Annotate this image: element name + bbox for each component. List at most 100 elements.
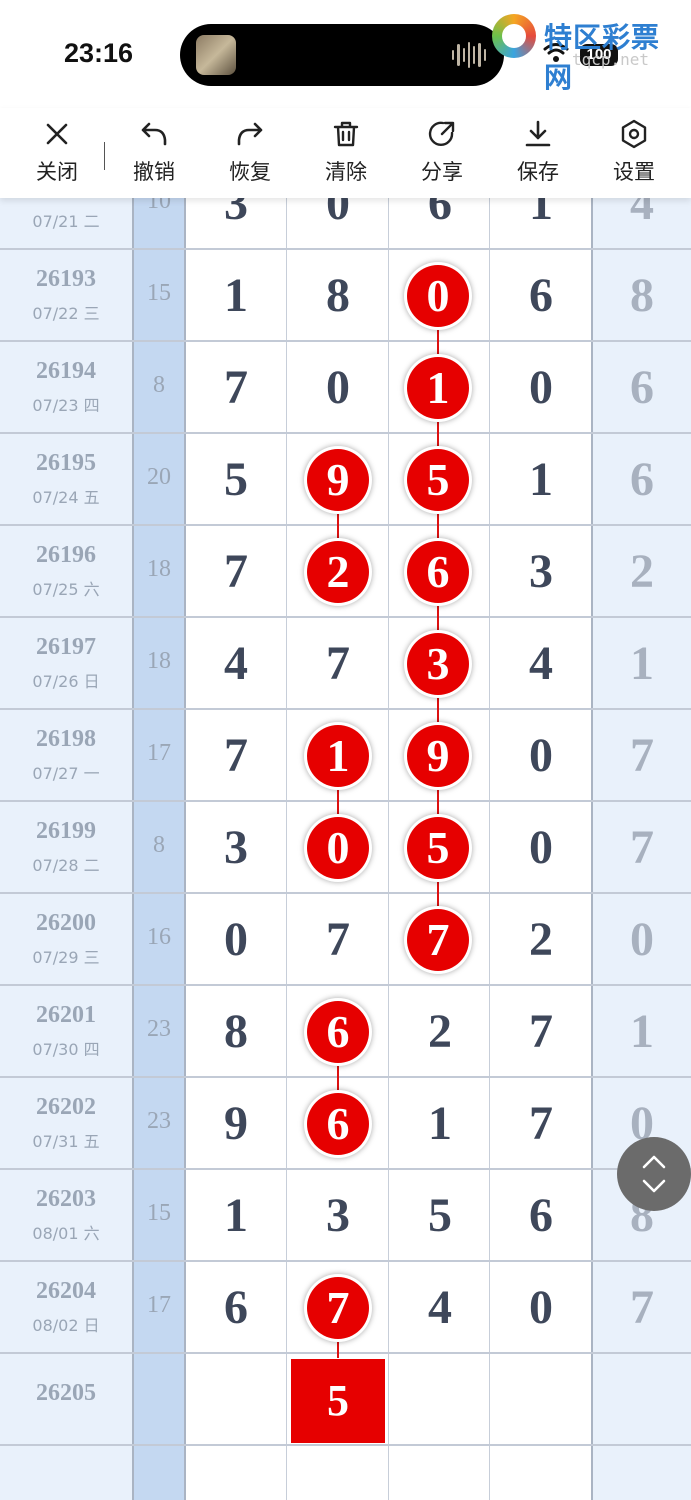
site-logo: 特区彩票网 tqcp.net <box>492 12 688 94</box>
marked-digit-ball[interactable]: 5 <box>407 817 469 879</box>
digit-sum: 8 <box>153 372 165 398</box>
row-divider <box>0 1352 691 1354</box>
clock: 23:16 <box>64 38 134 68</box>
scroll-up-down-icon <box>642 1155 666 1193</box>
row-divider <box>0 248 691 250</box>
table-row[interactable]: 26193 07/22 三 15 1 8 6 8 <box>0 250 691 342</box>
issue-number: 26193 <box>36 266 96 292</box>
digit-cell: 0 <box>326 361 350 414</box>
digit-cell: 2 <box>630 545 654 598</box>
redo-label: 恢复 <box>229 160 271 184</box>
digit-cell: 4 <box>630 198 654 230</box>
issue-number: 26195 <box>36 450 96 476</box>
digit-cell: 8 <box>630 269 654 322</box>
digit-cell: 6 <box>224 1281 248 1334</box>
settings-icon <box>621 119 647 149</box>
logo-url: tqcp.net <box>572 50 650 69</box>
digit-cell: 3 <box>326 1189 350 1242</box>
close-icon <box>46 123 68 145</box>
digit-sum: 17 <box>147 740 171 766</box>
digit-cell: 6 <box>428 198 452 230</box>
digit-sum: 8 <box>153 832 165 858</box>
digit-cell: 6 <box>529 269 553 322</box>
table-row[interactable]: 26203 08/01 六 15 1 3 5 6 8 <box>0 1170 691 1262</box>
table-row[interactable]: 26194 07/23 四 8 7 0 0 6 <box>0 342 691 434</box>
digit-cell: 7 <box>529 1097 553 1150</box>
digit-cell: 7 <box>326 913 350 966</box>
issue-number: 26202 <box>36 1094 96 1120</box>
issue-number: 26194 <box>36 358 96 384</box>
digit-cell: 1 <box>630 1005 654 1058</box>
digit-sum: 10 <box>147 198 171 214</box>
digit-cell: 0 <box>224 913 248 966</box>
issue-date: 08/02 日 <box>32 1316 100 1335</box>
digit-cell: 0 <box>529 821 553 874</box>
marked-digit-ball[interactable]: 5 <box>407 449 469 511</box>
digit-cell: 7 <box>224 545 248 598</box>
marked-digit-ball[interactable]: 3 <box>407 633 469 695</box>
undo-button[interactable]: 撤销 <box>114 118 194 192</box>
issue-date: 07/26 日 <box>32 672 100 691</box>
issue-date: 07/22 三 <box>32 304 100 323</box>
issue-date: 07/31 五 <box>32 1132 100 1151</box>
digit-sum: 15 <box>147 280 171 306</box>
issue-number: 26196 <box>36 542 96 568</box>
clear-button[interactable]: 清除 <box>306 118 386 192</box>
digit-cell: 3 <box>224 821 248 874</box>
issue-number: 26198 <box>36 726 96 752</box>
digit-cell: 6 <box>630 361 654 414</box>
row-divider <box>0 616 691 618</box>
prediction-cell[interactable]: 5 <box>291 1359 385 1443</box>
marked-digit-ball[interactable]: 6 <box>307 1001 369 1063</box>
marked-digit-ball[interactable]: 7 <box>407 909 469 971</box>
redo-button[interactable]: 恢复 <box>210 118 290 192</box>
issue-number: 26192 <box>0 198 132 201</box>
digit-cell: 1 <box>224 1189 248 1242</box>
marked-digit-ball[interactable]: 1 <box>407 357 469 419</box>
digit-cell: 5 <box>224 453 248 506</box>
settings-button[interactable]: 设置 <box>594 118 674 192</box>
row-divider <box>0 708 691 710</box>
marked-digit-ball[interactable]: 7 <box>307 1277 369 1339</box>
table-row-partial[interactable]: 26192 07/21 二 10 3 0 6 1 4 <box>0 198 691 250</box>
digit-cell: 6 <box>529 1189 553 1242</box>
digit-cell: 1 <box>529 453 553 506</box>
row-divider <box>0 524 691 526</box>
marked-digit-ball[interactable]: 6 <box>307 1093 369 1155</box>
digit-cell: 8 <box>326 269 350 322</box>
row-divider <box>0 984 691 986</box>
dynamic-island[interactable] <box>180 24 504 86</box>
digit-cell: 4 <box>224 637 248 690</box>
digit-cell: 1 <box>224 269 248 322</box>
save-button[interactable]: 保存 <box>498 118 578 192</box>
marked-digit-ball[interactable]: 6 <box>407 541 469 603</box>
row-divider <box>0 432 691 434</box>
undo-label: 撤销 <box>133 160 175 184</box>
audio-wave-icon <box>452 41 486 69</box>
marked-digit-ball[interactable]: 0 <box>307 817 369 879</box>
marked-digit-ball[interactable]: 0 <box>407 265 469 327</box>
marked-digit-ball[interactable]: 2 <box>307 541 369 603</box>
digit-cell: 7 <box>224 729 248 782</box>
close-button[interactable]: 关闭 <box>17 118 97 192</box>
digit-cell: 1 <box>630 637 654 690</box>
digit-cell: 4 <box>428 1281 452 1334</box>
share-button[interactable]: 分享 <box>402 118 482 192</box>
table-row[interactable]: 26200 07/29 三 16 0 7 2 0 <box>0 894 691 986</box>
scroll-toggle-button[interactable] <box>617 1137 691 1211</box>
digit-cell: 5 <box>428 1189 452 1242</box>
issue-number: 26201 <box>36 1002 96 1028</box>
marked-digit-ball[interactable]: 9 <box>307 449 369 511</box>
digit-cell: 6 <box>630 453 654 506</box>
row-divider <box>0 1076 691 1078</box>
digit-cell: 9 <box>224 1097 248 1150</box>
issue-date: 07/25 六 <box>32 580 100 599</box>
marked-digit-ball[interactable]: 9 <box>407 725 469 787</box>
digit-sum: 17 <box>147 1292 171 1318</box>
marked-digit-ball[interactable]: 1 <box>307 725 369 787</box>
issue-date: 07/30 四 <box>32 1040 100 1059</box>
digit-sum: 23 <box>147 1108 171 1134</box>
row-divider <box>0 1168 691 1170</box>
table-row[interactable]: 26197 07/26 日 18 4 7 4 1 <box>0 618 691 710</box>
digit-cell: 7 <box>630 821 654 874</box>
